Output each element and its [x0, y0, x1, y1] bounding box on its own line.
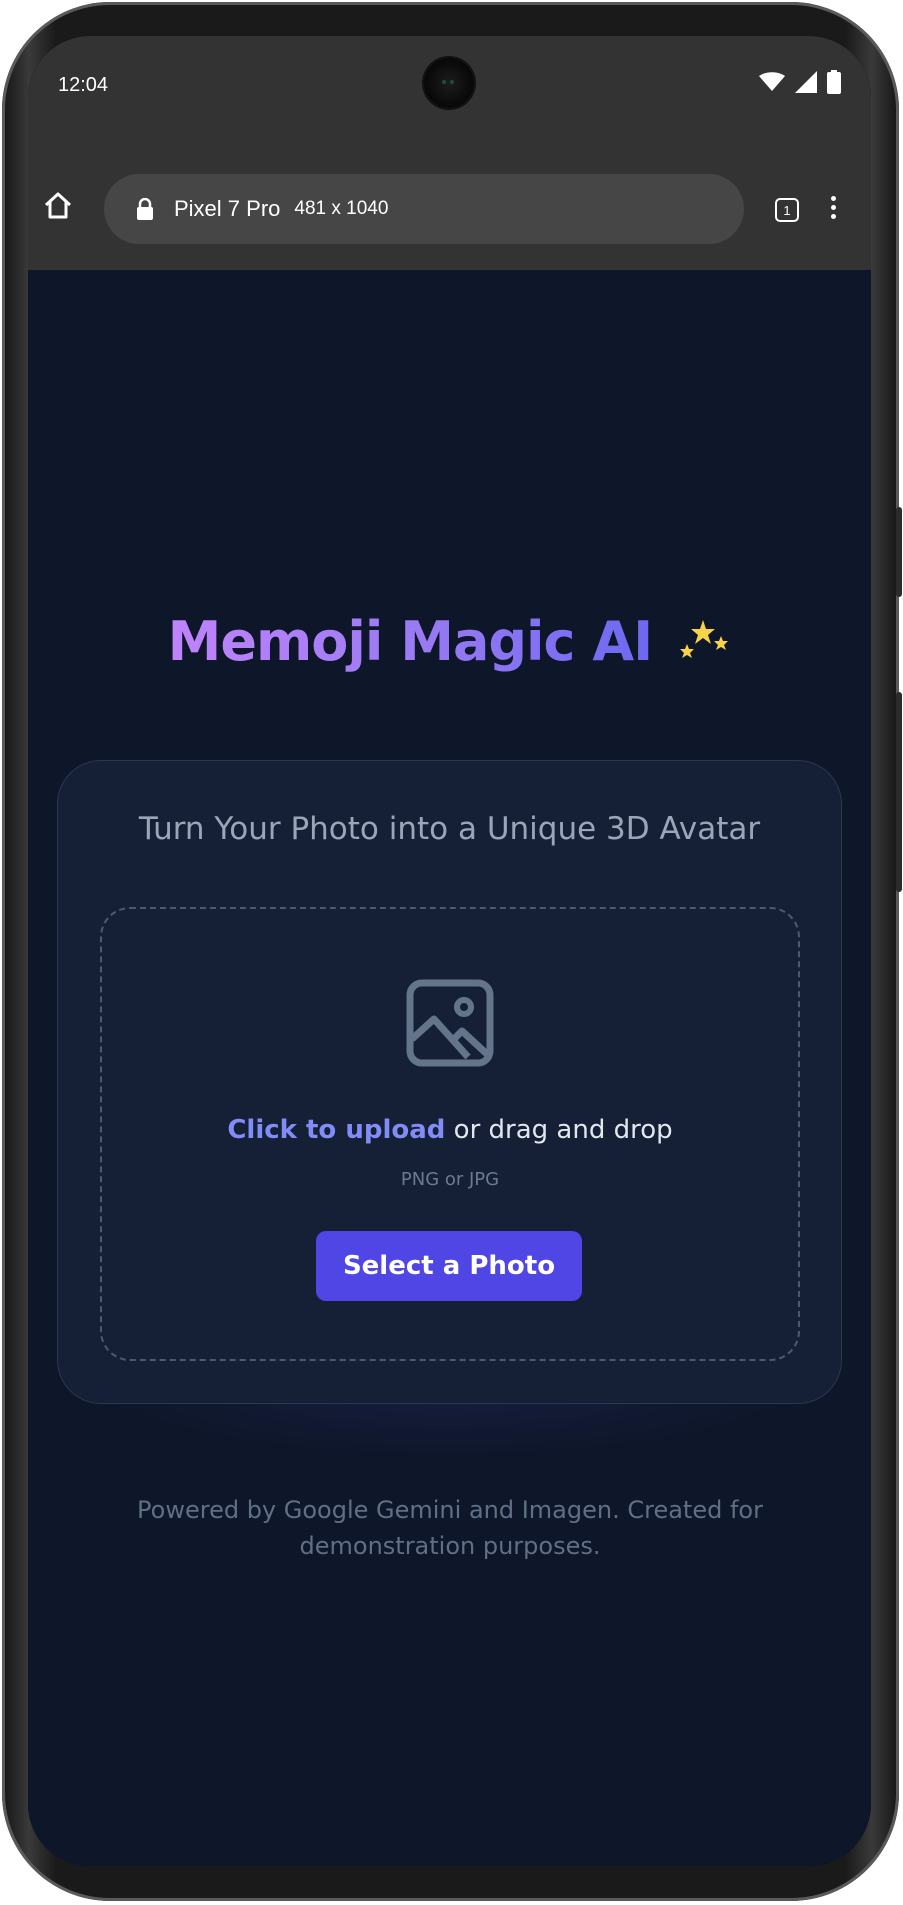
card-subtitle: Turn Your Photo into a Unique 3D Avatar — [138, 811, 761, 847]
address-device-name: Pixel 7 Pro — [174, 196, 281, 221]
more-vert-icon[interactable] — [830, 196, 838, 220]
front-camera — [424, 58, 474, 108]
tab-count: 1 — [783, 202, 791, 218]
signal-icon — [795, 71, 817, 93]
upload-instructions-rest: or drag and drop — [445, 1115, 673, 1145]
wifi-icon — [759, 72, 785, 91]
upload-instructions: Click to upload or drag and drop — [102, 1115, 798, 1145]
phone-frame: 12:04 Pixel 7 Pro 481 x 1040 1 Memoji Ma… — [2, 2, 902, 1901]
app-title: Memoji Magic AI — [167, 610, 654, 673]
accepted-formats: PNG or JPG — [400, 1169, 500, 1190]
status-icons — [759, 70, 841, 94]
side-button-volume — [896, 507, 902, 597]
status-bar: 12:04 — [28, 36, 871, 148]
screen-bezel: 12:04 Pixel 7 Pro 481 x 1040 1 Memoji Ma… — [28, 36, 871, 1866]
image-icon — [406, 979, 494, 1067]
header: Memoji Magic AI — [28, 610, 871, 673]
side-button-power — [896, 692, 902, 892]
battery-icon — [827, 70, 841, 94]
upload-link[interactable]: Click to upload — [227, 1115, 445, 1145]
upload-card: Turn Your Photo into a Unique 3D Avatar … — [57, 760, 842, 1404]
screen: 12:04 Pixel 7 Pro 481 x 1040 1 Memoji Ma… — [28, 36, 871, 1866]
address-bar[interactable]: Pixel 7 Pro 481 x 1040 — [104, 174, 744, 244]
select-photo-button[interactable]: Select a Photo — [316, 1231, 582, 1301]
tabs-icon[interactable]: 1 — [775, 198, 799, 222]
address-viewport-size: 481 x 1040 — [294, 198, 389, 219]
status-time: 12:04 — [58, 74, 109, 96]
sparkles-icon — [680, 619, 729, 658]
footer-text: Powered by Google Gemini and Imagen. Cre… — [137, 1496, 763, 1560]
upload-dropzone[interactable]: Click to upload or drag and drop PNG or … — [100, 907, 800, 1361]
home-icon[interactable] — [42, 190, 74, 222]
browser-toolbar: Pixel 7 Pro 481 x 1040 1 — [28, 148, 871, 270]
app-page: Memoji Magic AI Turn Your Photo into a U… — [28, 270, 871, 1866]
lock-icon — [137, 198, 153, 220]
